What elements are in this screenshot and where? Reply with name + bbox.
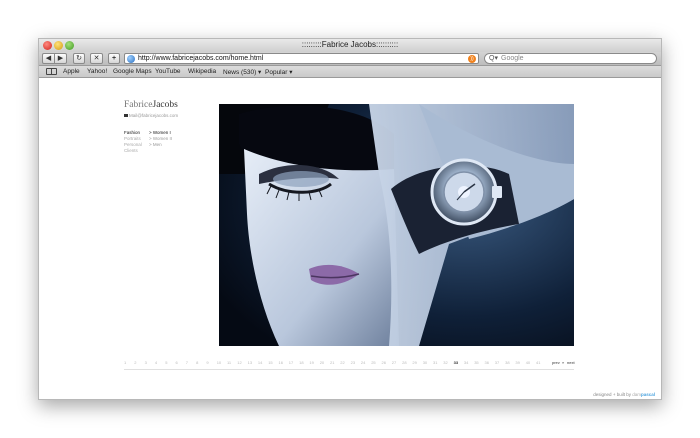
bookmarks-book-icon[interactable] (46, 68, 57, 75)
globe-icon (127, 55, 135, 63)
pager-page-7[interactable]: 7 (186, 360, 188, 365)
search-placeholder: Google (501, 55, 524, 62)
pager-page-32[interactable]: 32 (443, 360, 447, 365)
footer-prefix: designed + built by (593, 392, 631, 397)
pager-page-36[interactable]: 36 (485, 360, 489, 365)
pager-page-22[interactable]: 22 (340, 360, 344, 365)
browser-window: :::::::::Fabrice Jacobs:::::::::: ◀ ▶ ↻ … (38, 38, 662, 400)
pager-page-19[interactable]: 19 (309, 360, 313, 365)
logo-first: Fabrice (124, 100, 153, 110)
pager-page-5[interactable]: 5 (165, 360, 167, 365)
pager-page-21[interactable]: 21 (330, 360, 334, 365)
pager-page-8[interactable]: 8 (196, 360, 198, 365)
pager-page-35[interactable]: 35 (474, 360, 478, 365)
url-text[interactable]: http://www.fabricejacobs.com/home.html (138, 55, 263, 62)
pager-page-38[interactable]: 38 (505, 360, 509, 365)
pager-page-39[interactable]: 39 (515, 360, 519, 365)
pager-page-23[interactable]: 23 (351, 360, 355, 365)
bookmarks-bar: Apple Yahoo! Google Maps YouTube Wikiped… (39, 66, 661, 78)
pager-page-4[interactable]: 4 (155, 360, 157, 365)
pager-page-30[interactable]: 30 (423, 360, 427, 365)
rss-icon[interactable]: )) (468, 55, 476, 63)
email-link[interactable]: Mail@fabricejacobs.com (124, 113, 178, 118)
pager-page-40[interactable]: 40 (526, 360, 530, 365)
bookmark-google-maps[interactable]: Google Maps (113, 68, 152, 75)
pager-page-13[interactable]: 13 (248, 360, 252, 365)
footer-brand-1[interactable]: dam (632, 392, 641, 397)
pager-page-9[interactable]: 9 (206, 360, 208, 365)
pager-page-6[interactable]: 6 (176, 360, 178, 365)
address-bar[interactable]: http://www.fabricejacobs.com/home.html )… (124, 53, 479, 64)
pager-page-17[interactable]: 17 (289, 360, 293, 365)
pager-page-28[interactable]: 28 (402, 360, 406, 365)
pager-page-33[interactable]: 33 (454, 360, 458, 365)
pager-divider (124, 369, 574, 370)
pager-page-14[interactable]: 14 (258, 360, 262, 365)
pager-page-2[interactable]: 2 (134, 360, 136, 365)
site-logo[interactable]: FabriceJacobs (124, 100, 178, 110)
pager-page-41[interactable]: 41 (536, 360, 540, 365)
pager-page-10[interactable]: 10 (217, 360, 221, 365)
pager-page-26[interactable]: 26 (382, 360, 386, 365)
pager-page-11[interactable]: 11 (227, 360, 231, 365)
email-text: Mail@fabricejacobs.com (129, 113, 179, 118)
logo-second: Jacobs (152, 100, 178, 110)
pager-separator: » (562, 360, 565, 365)
gallery-pager: 1 2 3 4 5 6 7 8 9 10 11 12 13 14 15 16 17 18 19 20 21 22 23 24 2… (124, 360, 575, 368)
fashion-photo-image (219, 104, 574, 346)
pager-page-27[interactable]: 27 (392, 360, 396, 365)
bookmark-wikipedia[interactable]: Wikipedia (188, 68, 216, 75)
pager-page-37[interactable]: 37 (495, 360, 499, 365)
forward-button[interactable]: ▶ (54, 53, 67, 64)
bookmark-youtube[interactable]: YouTube (155, 68, 181, 75)
bookmark-news[interactable]: News (530) ▾ (223, 68, 261, 76)
add-bookmark-button[interactable]: + (108, 53, 120, 64)
snapback-button[interactable]: ✕ (90, 53, 103, 64)
pager-prev-button[interactable]: prev (552, 360, 560, 365)
sub-nav: > Women I > Women II > Men (149, 130, 172, 148)
search-input[interactable]: Q▾ Google (484, 53, 657, 64)
featured-photo[interactable] (219, 104, 574, 346)
footer-brand-2[interactable]: pascal (641, 392, 655, 397)
pager-page-20[interactable]: 20 (320, 360, 324, 365)
pager-page-29[interactable]: 29 (412, 360, 416, 365)
pager-page-3[interactable]: 3 (145, 360, 147, 365)
footer-credit: designed + built by dampascal (593, 392, 655, 397)
pager-page-12[interactable]: 12 (237, 360, 241, 365)
pager-page-31[interactable]: 31 (433, 360, 437, 365)
main-nav: Fashion Portraits Personal Clients (124, 130, 142, 154)
pager-page-15[interactable]: 15 (268, 360, 272, 365)
reload-button[interactable]: ↻ (73, 53, 85, 64)
pager-page-24[interactable]: 24 (361, 360, 365, 365)
bookmark-popular[interactable]: Popular ▾ (265, 68, 292, 76)
pager-page-18[interactable]: 18 (299, 360, 303, 365)
search-icon[interactable]: Q▾ (489, 54, 498, 62)
window-title: :::::::::Fabrice Jacobs:::::::::: (301, 40, 399, 49)
title-bar: :::::::::Fabrice Jacobs:::::::::: (39, 39, 661, 52)
bookmark-yahoo[interactable]: Yahoo! (87, 68, 107, 75)
bookmark-apple[interactable]: Apple (63, 68, 80, 75)
pager-page-16[interactable]: 16 (279, 360, 283, 365)
pager-page-25[interactable]: 25 (371, 360, 375, 365)
mail-icon (124, 114, 128, 118)
pager-next-button[interactable]: next (567, 360, 575, 365)
nav-clients[interactable]: Clients (124, 148, 142, 154)
pager-page-1[interactable]: 1 (124, 360, 126, 365)
subnav-men[interactable]: > Men (149, 142, 172, 148)
pager-page-34[interactable]: 34 (464, 360, 468, 365)
browser-toolbar: ◀ ▶ ↻ ✕ + http://www.fabricejacobs.com/h… (39, 52, 661, 66)
page-content: FabriceJacobs Mail@fabricejacobs.com Fas… (39, 79, 661, 399)
